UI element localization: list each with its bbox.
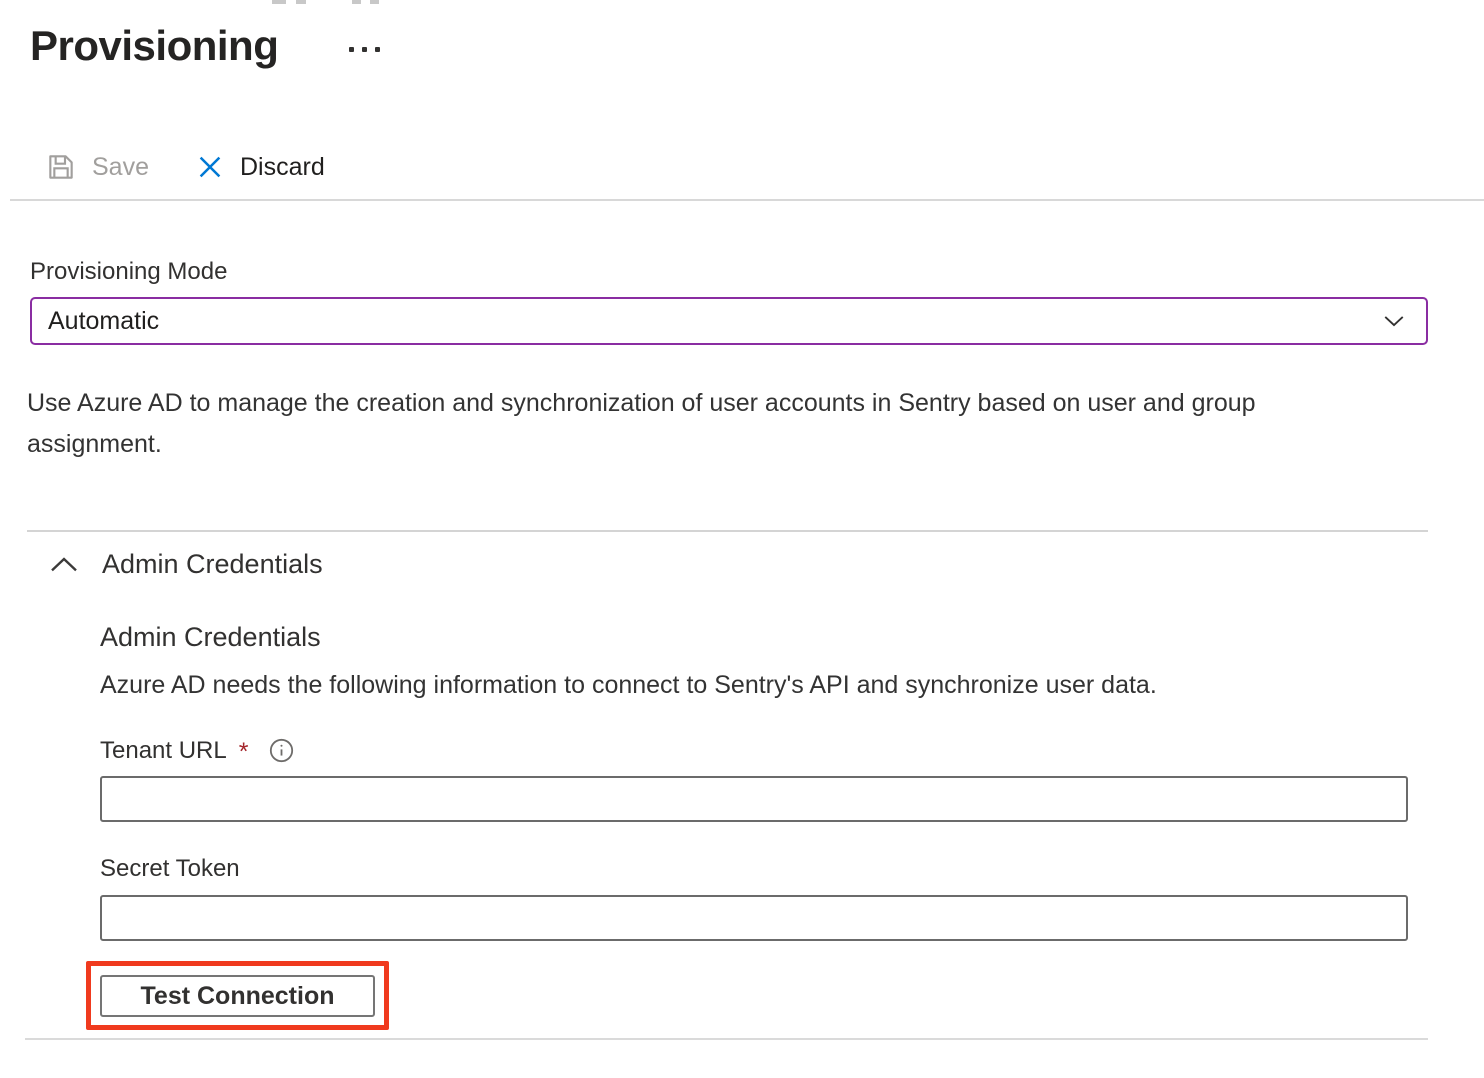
tenant-url-label-row: Tenant URL * (100, 736, 295, 765)
cropped-breadcrumb-remnant (370, 0, 379, 4)
provisioning-mode-dropdown[interactable]: Automatic (30, 297, 1428, 345)
secret-token-label: Secret Token (100, 855, 240, 883)
chevron-down-icon (1380, 307, 1408, 335)
tenant-url-input[interactable] (100, 776, 1408, 822)
section-divider (27, 530, 1428, 532)
admin-credentials-section-title: Admin Credentials (102, 549, 323, 580)
floppy-disk-icon (45, 151, 77, 183)
bottom-divider (25, 1038, 1428, 1040)
admin-credentials-description: Azure AD needs the following information… (100, 671, 1157, 700)
chevron-up-icon (48, 553, 80, 577)
provisioning-page: Provisioning Save Discard Provisioning M… (0, 0, 1484, 1078)
save-button-label: Save (92, 153, 149, 182)
discard-button-label: Discard (240, 153, 325, 182)
cropped-breadcrumb-remnant (296, 0, 306, 4)
save-button[interactable]: Save (45, 151, 149, 183)
x-mark-icon (195, 152, 225, 182)
tenant-url-label: Tenant URL (100, 737, 227, 765)
cropped-breadcrumb-remnant (352, 0, 361, 4)
provisioning-mode-description: Use Azure AD to manage the creation and … (27, 383, 1337, 465)
more-options-icon[interactable] (349, 47, 380, 52)
provisioning-mode-label: Provisioning Mode (30, 258, 227, 286)
secret-token-input[interactable] (100, 895, 1408, 941)
toolbar-divider (10, 199, 1484, 201)
admin-credentials-heading: Admin Credentials (100, 622, 321, 653)
page-title: Provisioning (30, 22, 278, 70)
test-connection-button[interactable]: Test Connection (100, 975, 375, 1017)
command-bar: Save Discard (45, 142, 325, 192)
cropped-breadcrumb-remnant (272, 0, 286, 4)
discard-button[interactable]: Discard (195, 152, 325, 182)
required-marker: * (239, 738, 249, 767)
provisioning-mode-value: Automatic (48, 307, 159, 336)
info-circle-icon[interactable] (268, 737, 295, 764)
admin-credentials-section-toggle[interactable]: Admin Credentials (48, 549, 323, 580)
